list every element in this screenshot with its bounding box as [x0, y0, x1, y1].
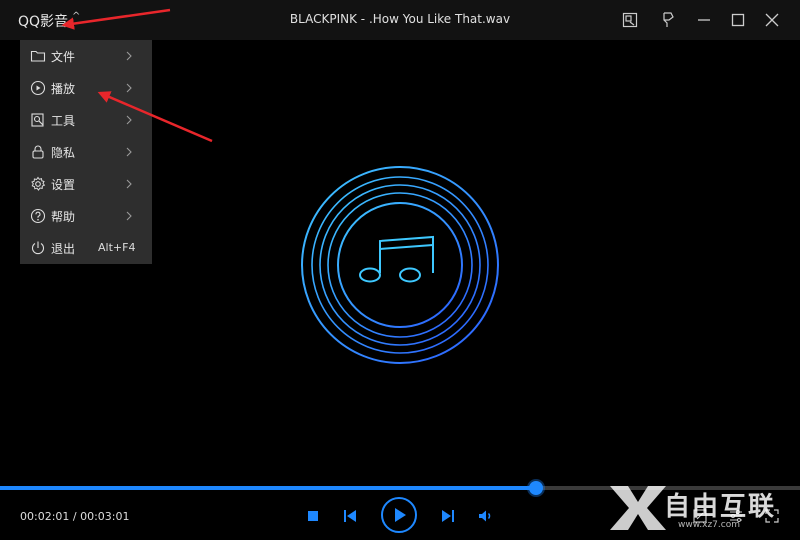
skip-back-icon	[344, 510, 356, 522]
watermark-url: www.xz7.com	[678, 520, 740, 530]
annotation-arrow-title	[61, 8, 171, 30]
music-disc-icon	[301, 166, 499, 364]
watermark-text: 自由互联	[664, 492, 777, 522]
annotation-arrow-play	[97, 91, 213, 143]
previous-button[interactable]	[341, 507, 359, 525]
skip-forward-icon	[442, 510, 454, 522]
next-button[interactable]	[439, 507, 457, 525]
seek-thumb[interactable]	[529, 481, 543, 495]
play-button[interactable]	[380, 496, 418, 534]
watermark: 自由互联 www.xz7.com	[600, 478, 800, 540]
stop-button[interactable]	[306, 509, 320, 523]
music-note-icon	[359, 235, 434, 283]
time-display: 00:02:01 / 00:03:01	[20, 510, 130, 523]
play-icon	[381, 497, 417, 533]
seek-bar-fill	[0, 486, 536, 490]
volume-icon	[479, 510, 491, 522]
volume-button[interactable]	[477, 507, 495, 525]
stop-icon	[308, 511, 318, 521]
